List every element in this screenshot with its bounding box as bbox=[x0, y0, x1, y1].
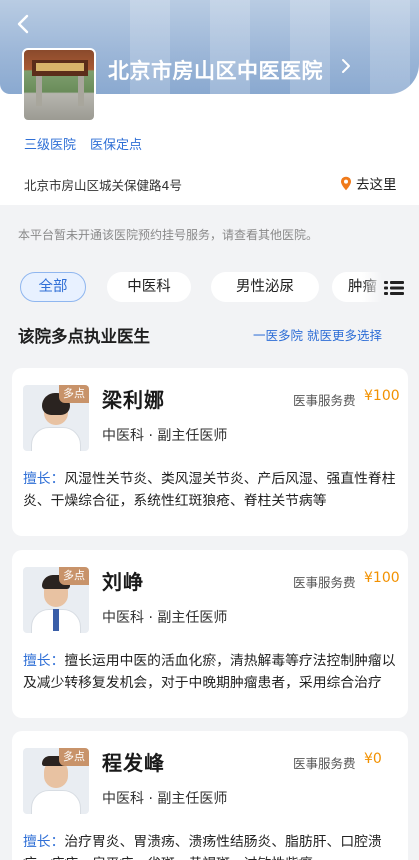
multi-hospital-link[interactable]: 一医多院 就医更多选择 bbox=[253, 325, 382, 344]
specialty-label: 擅长： bbox=[23, 471, 65, 487]
specialty-text: 擅长运用中医的活血化瘀，清热解毒等疗法控制肿瘤以及减少转移复发机会，对于中晚期肿… bbox=[23, 653, 396, 691]
fee-label: 医事服务费 bbox=[293, 756, 356, 771]
location-pin-icon bbox=[340, 176, 352, 191]
section-title: 该院多点执业医生 bbox=[18, 327, 150, 346]
navigate-button[interactable]: 去这里 bbox=[340, 173, 397, 193]
doctor-avatar: 多点 bbox=[23, 567, 89, 633]
filter-chip-tcm[interactable]: 中医科 bbox=[107, 272, 191, 302]
fee-value: ¥100 bbox=[364, 570, 400, 586]
navigate-label: 去这里 bbox=[356, 177, 397, 193]
doctor-card[interactable]: 多点 程发峰 医事服务费 ¥0 中医科 · 副主任医师 擅长：治疗胃炎、胃溃疡、… bbox=[12, 731, 408, 860]
specialty-text: 治疗胃炎、胃溃疡、溃疡性结肠炎、脂肪肝、口腔溃疡、痤疮、扁平疣、雀斑、黄褐斑、过… bbox=[23, 834, 382, 860]
filter-chip-urology[interactable]: 男性泌尿 bbox=[211, 272, 319, 302]
doctor-avatar: 多点 bbox=[23, 748, 89, 814]
doctor-specialty: 擅长：风湿性关节炎、类风湿关节炎、产后风湿、强直性脊柱炎、干燥综合征，系统性红斑… bbox=[23, 468, 401, 512]
notice-text: 本平台暂未开通该医院预约挂号服务，请查看其他医院。 bbox=[18, 228, 319, 242]
hospital-level-tag: 三级医院 bbox=[24, 138, 77, 153]
specialty-label: 擅长： bbox=[23, 834, 65, 850]
multi-site-badge: 多点 bbox=[59, 385, 89, 403]
list-menu-icon[interactable] bbox=[384, 280, 404, 296]
specialty-text: 风湿性关节炎、类风湿关节炎、产后风湿、强直性脊柱炎、干燥综合征，系统性红斑狼疮、… bbox=[23, 471, 396, 509]
hospital-photo bbox=[22, 48, 96, 122]
doctor-avatar: 多点 bbox=[23, 385, 89, 451]
fee-value: ¥100 bbox=[364, 388, 400, 404]
doctor-name: 刘峥 bbox=[102, 570, 144, 594]
doctor-card[interactable]: 多点 刘峥 医事服务费 ¥100 中医科 · 副主任医师 擅长：擅长运用中医的活… bbox=[12, 550, 408, 718]
doctor-name: 程发峰 bbox=[102, 751, 165, 775]
doctor-name: 梁利娜 bbox=[102, 388, 165, 412]
multi-site-badge: 多点 bbox=[59, 748, 89, 766]
hospital-name[interactable]: 北京市房山区中医医院 bbox=[108, 55, 323, 85]
specialty-label: 擅长： bbox=[23, 653, 65, 669]
filter-chip-all[interactable]: 全部 bbox=[20, 272, 86, 302]
doctor-specialty: 擅长：治疗胃炎、胃溃疡、溃疡性结肠炎、脂肪肝、口腔溃疡、痤疮、扁平疣、雀斑、黄褐… bbox=[23, 831, 401, 860]
chevron-right-icon[interactable] bbox=[340, 56, 352, 81]
doctor-title: 中医科 · 副主任医师 bbox=[102, 610, 228, 626]
doctor-title: 中医科 · 副主任医师 bbox=[102, 428, 228, 444]
fee-label: 医事服务费 bbox=[293, 575, 356, 590]
fee-value: ¥0 bbox=[364, 751, 382, 767]
doctor-title: 中医科 · 副主任医师 bbox=[102, 791, 228, 807]
fee-label: 医事服务费 bbox=[293, 393, 356, 408]
insurance-tag: 医保定点 bbox=[90, 138, 143, 153]
doctor-card[interactable]: 多点 梁利娜 医事服务费 ¥100 中医科 · 副主任医师 擅长：风湿性关节炎、… bbox=[12, 368, 408, 536]
doctor-specialty: 擅长：擅长运用中医的活血化瘀，清热解毒等疗法控制肿瘤以及减少转移复发机会，对于中… bbox=[23, 650, 401, 694]
department-filter-bar: 全部 中医科 男性泌尿 肿瘤 bbox=[0, 272, 419, 306]
hospital-address: 北京市房山区城关保健路4号 bbox=[24, 178, 182, 193]
hospital-tags: 三级医院 医保定点 bbox=[24, 134, 142, 153]
multi-site-badge: 多点 bbox=[59, 567, 89, 585]
hospital-header: 北京市房山区中医医院 三级医院 医保定点 北京市房山区城关保健路4号 去这里 bbox=[0, 0, 419, 205]
back-arrow-icon[interactable] bbox=[10, 10, 38, 38]
